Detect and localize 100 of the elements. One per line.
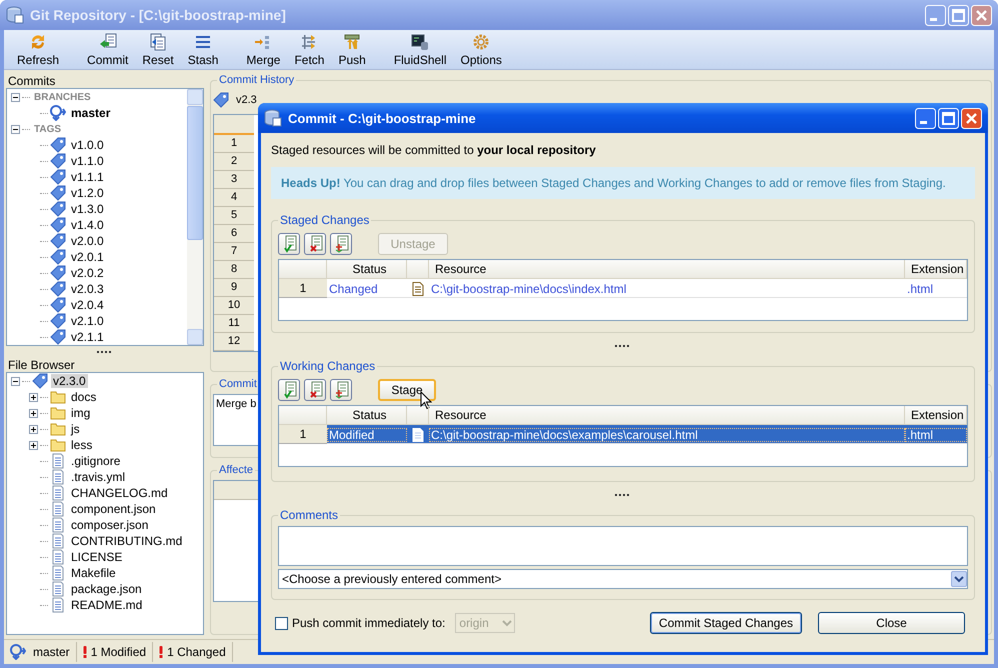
tree-item[interactable]: v2.0.1 xyxy=(69,250,106,264)
row-number: 1 xyxy=(279,279,327,298)
row-number: 9 xyxy=(214,279,254,297)
tree-item[interactable]: package.json xyxy=(69,582,144,596)
document-icon xyxy=(412,282,424,296)
minimize-button[interactable] xyxy=(915,108,936,128)
close-button[interactable] xyxy=(971,4,992,26)
cross-list-icon[interactable] xyxy=(304,233,326,255)
terminal-icon xyxy=(411,33,430,51)
column-header[interactable]: Resource xyxy=(429,406,905,424)
arrow-list-icon[interactable] xyxy=(330,379,352,401)
tree-item[interactable]: docs xyxy=(69,390,98,404)
toolbar-button[interactable]: Fetch xyxy=(289,33,330,67)
action-button[interactable]: Stage xyxy=(378,379,436,401)
comment-history-dropdown[interactable]: <Choose a previously entered comment> xyxy=(278,569,968,589)
tree-item[interactable]: CHANGELOG.md xyxy=(69,486,170,500)
toolbar-button[interactable]: Push xyxy=(333,33,371,67)
tree-item[interactable]: Makefile xyxy=(69,566,118,580)
tree-item[interactable]: v2.0.2 xyxy=(69,266,106,280)
row-number: 4 xyxy=(214,189,254,207)
table-cell-text: C:\git-boostrap-mine\docs\index.html xyxy=(430,282,628,296)
comment-field[interactable] xyxy=(278,526,968,566)
tree-group-label[interactable]: BRANCHES xyxy=(32,92,93,102)
tree-item[interactable]: v2.0.4 xyxy=(69,298,106,312)
tree-item[interactable]: CONTRIBUTING.md xyxy=(69,534,184,548)
tree-item[interactable]: README.md xyxy=(69,598,144,612)
tree-item[interactable]: component.json xyxy=(69,502,158,516)
tree-item[interactable]: v2.0.3 xyxy=(69,282,106,296)
toolbar-button[interactable]: Refresh xyxy=(12,33,64,67)
document-icon xyxy=(50,501,66,517)
expand-icon[interactable] xyxy=(29,424,38,434)
cross-list-icon[interactable] xyxy=(304,379,326,401)
document-icon xyxy=(50,533,66,549)
tag-icon xyxy=(50,185,66,201)
checkbox-label[interactable]: Push commit immediately to: xyxy=(292,616,446,630)
row-number: 6 xyxy=(214,225,254,243)
tree-item[interactable]: v2.0.0 xyxy=(69,234,106,248)
column-header[interactable]: Resource xyxy=(429,260,905,278)
tree-item[interactable]: v1.1.0 xyxy=(69,154,106,168)
tag-icon xyxy=(50,297,66,313)
document-icon xyxy=(50,597,66,613)
tree-group-label[interactable]: TAGS xyxy=(32,124,64,134)
toolbar-button[interactable]: Commit xyxy=(82,33,134,67)
tree-item[interactable]: v1.4.0 xyxy=(69,218,106,232)
row-number: 3 xyxy=(214,171,254,189)
tree-item[interactable]: v2.1.0 xyxy=(69,314,106,328)
tree-item[interactable]: .travis.yml xyxy=(69,470,127,484)
row-number: 1 xyxy=(279,425,327,444)
row-number: 12 xyxy=(214,333,254,351)
toolbar-button[interactable]: Reset xyxy=(137,33,179,67)
tag-icon xyxy=(50,313,66,329)
dialog-button[interactable]: Close xyxy=(818,612,965,634)
collapse-icon[interactable] xyxy=(11,92,20,102)
checkbox[interactable] xyxy=(275,616,288,630)
document-icon xyxy=(50,453,66,469)
maximize-button[interactable] xyxy=(938,108,959,128)
expand-icon[interactable] xyxy=(29,408,38,418)
table-row[interactable]: 1 Modified C:\git-boostrap-mine\docs\examples\carousel.html .html xyxy=(279,425,967,444)
folder-icon xyxy=(50,437,66,453)
expand-icon[interactable] xyxy=(29,440,38,450)
expand-icon[interactable] xyxy=(29,392,38,402)
tree-item[interactable]: LICENSE xyxy=(69,550,124,564)
tree-item[interactable]: composer.json xyxy=(69,518,150,532)
tag-icon xyxy=(213,92,229,108)
tree-item[interactable]: js xyxy=(69,422,82,436)
column-header[interactable]: Status xyxy=(327,406,407,424)
panel-title: Commits xyxy=(7,74,56,88)
tag-icon xyxy=(50,201,66,217)
tree-item[interactable]: v1.0.0 xyxy=(69,138,106,152)
tree-item[interactable]: less xyxy=(69,438,94,452)
tree-item[interactable]: v2.1.1 xyxy=(69,330,106,344)
close-button[interactable] xyxy=(961,108,982,128)
table-cell-text: Changed xyxy=(328,282,379,296)
collapse-icon[interactable] xyxy=(11,376,20,386)
tree-item[interactable]: v1.1.1 xyxy=(69,170,106,184)
upload-icon xyxy=(343,33,362,51)
lines-icon xyxy=(194,33,212,51)
tree-item[interactable]: img xyxy=(69,406,92,420)
toolbar-button[interactable]: Options xyxy=(456,33,507,67)
check-list-icon[interactable] xyxy=(278,233,300,255)
tree-item[interactable]: master xyxy=(69,106,112,120)
collapse-icon[interactable] xyxy=(11,124,20,134)
tree-item[interactable]: v2.3.0 xyxy=(51,374,88,388)
folder-icon xyxy=(50,421,66,437)
table-cell: C:\git-boostrap-mine\docs\examples\carousel.html xyxy=(429,428,905,442)
check-list-icon[interactable] xyxy=(278,379,300,401)
tree-item[interactable]: v1.2.0 xyxy=(69,186,106,200)
tree-item[interactable]: .gitignore xyxy=(69,454,122,468)
column-header[interactable]: Extension xyxy=(905,406,967,424)
tag-icon xyxy=(50,169,66,185)
toolbar-button[interactable]: FluidShell xyxy=(388,33,452,67)
toolbar-button[interactable]: Stash xyxy=(182,33,224,67)
table-row[interactable]: 1 Changed C:\git-boostrap-mine\docs\index.html .html xyxy=(279,279,967,298)
arrow-list-icon[interactable] xyxy=(330,233,352,255)
column-header[interactable]: Extension xyxy=(905,260,967,278)
toolbar-button[interactable]: Merge xyxy=(241,33,286,67)
tree-item[interactable]: v1.3.0 xyxy=(69,202,106,216)
scrollbar[interactable] xyxy=(187,89,203,345)
dialog-button[interactable]: Commit Staged Changes xyxy=(650,612,802,634)
column-header[interactable]: Status xyxy=(327,260,407,278)
